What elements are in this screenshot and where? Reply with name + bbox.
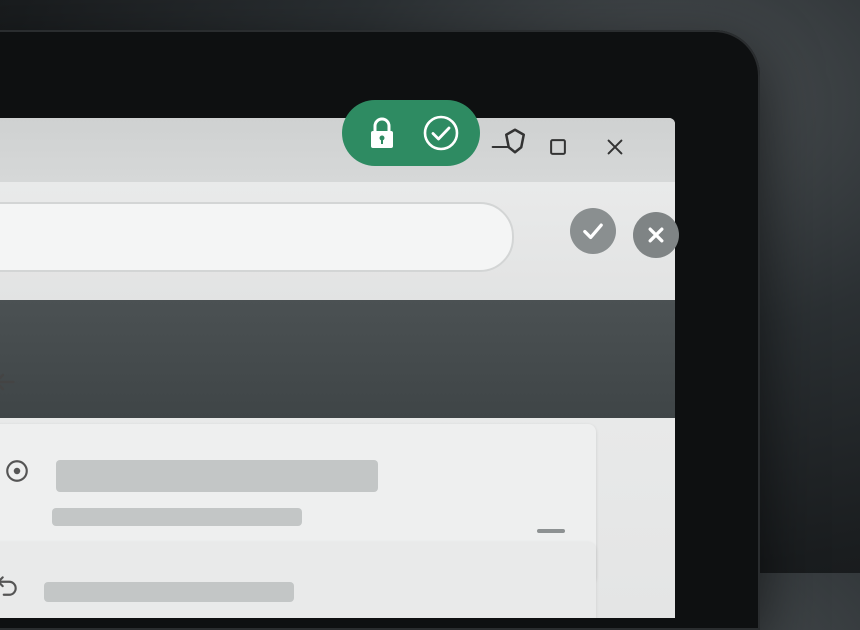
maximize-button[interactable] bbox=[543, 132, 573, 162]
confirm-button[interactable] bbox=[570, 208, 616, 254]
page-header-band bbox=[0, 300, 675, 418]
list-item[interactable] bbox=[0, 542, 596, 618]
x-icon bbox=[648, 227, 664, 243]
undo-icon[interactable] bbox=[0, 572, 20, 598]
security-indicator[interactable] bbox=[342, 100, 480, 166]
window-close-button[interactable] bbox=[600, 132, 630, 162]
title-bar bbox=[0, 118, 675, 182]
lock-icon bbox=[370, 117, 393, 148]
shield-icon[interactable] bbox=[500, 126, 530, 156]
close-icon bbox=[607, 139, 623, 155]
subtitle-placeholder bbox=[52, 508, 302, 526]
back-arrow-icon[interactable] bbox=[0, 368, 18, 396]
title-placeholder bbox=[56, 460, 378, 492]
check-circle-icon bbox=[423, 115, 458, 151]
check-icon bbox=[583, 223, 603, 240]
dash-icon[interactable] bbox=[537, 529, 565, 533]
title-placeholder bbox=[44, 582, 294, 602]
address-bar[interactable] bbox=[0, 202, 514, 272]
dismiss-button[interactable] bbox=[633, 212, 679, 258]
browser-window bbox=[0, 118, 675, 618]
maximize-icon bbox=[550, 139, 566, 155]
radio-icon[interactable] bbox=[4, 458, 30, 484]
